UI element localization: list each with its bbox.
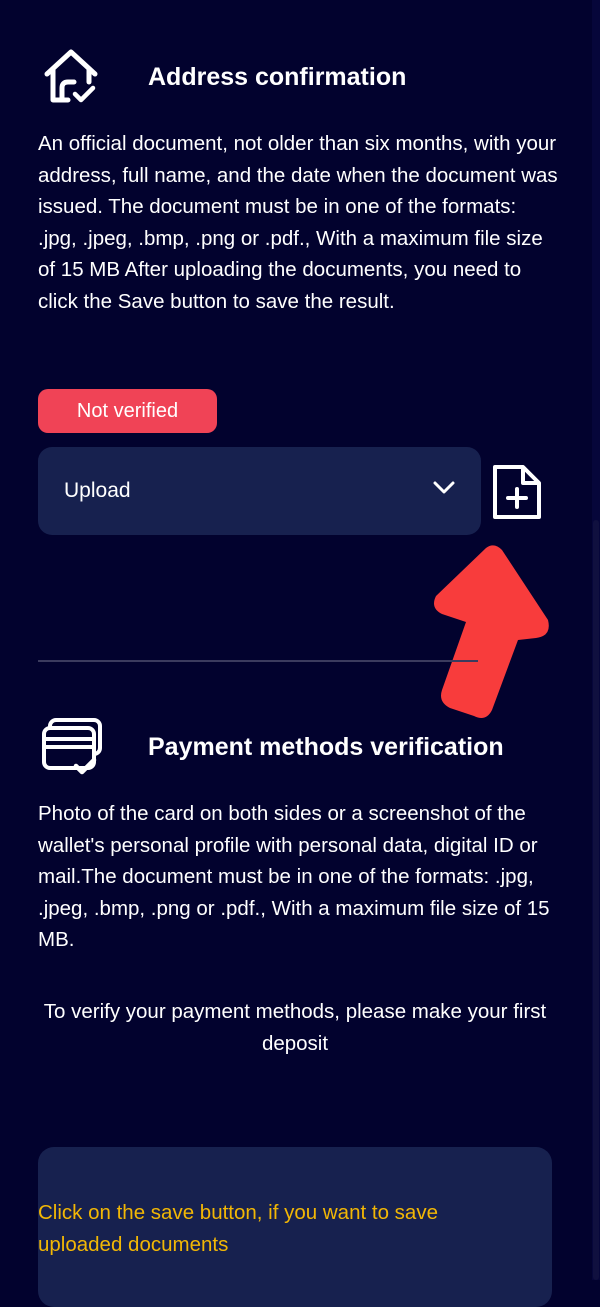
home-check-icon (44, 49, 98, 103)
cards-check-icon (42, 718, 102, 775)
section-divider (38, 660, 478, 662)
payment-section-header: Payment methods verification (38, 714, 504, 780)
upload-select[interactable]: Upload (38, 447, 481, 535)
arrow-up-icon (434, 545, 549, 718)
scrollbar-thumb[interactable] (593, 520, 599, 1280)
upload-select-value: Upload (64, 479, 131, 502)
scrollbar-track[interactable] (592, 0, 600, 1280)
save-note: Click on the save button, if you want to… (38, 1201, 438, 1256)
file-plus-icon[interactable] (491, 463, 543, 521)
chevron-down-icon (433, 481, 455, 494)
payment-section-description: Photo of the card on both sides or a scr… (38, 802, 550, 952)
address-section-description: An official document, not older than six… (38, 132, 558, 313)
status-badge: Not verified (38, 389, 217, 433)
payment-section-title: Payment methods verification (148, 732, 504, 761)
address-section-header: Address confirmation (38, 44, 406, 110)
deposit-note: To verify your payment methods, please m… (43, 1000, 547, 1055)
address-section-title: Address confirmation (148, 62, 407, 91)
